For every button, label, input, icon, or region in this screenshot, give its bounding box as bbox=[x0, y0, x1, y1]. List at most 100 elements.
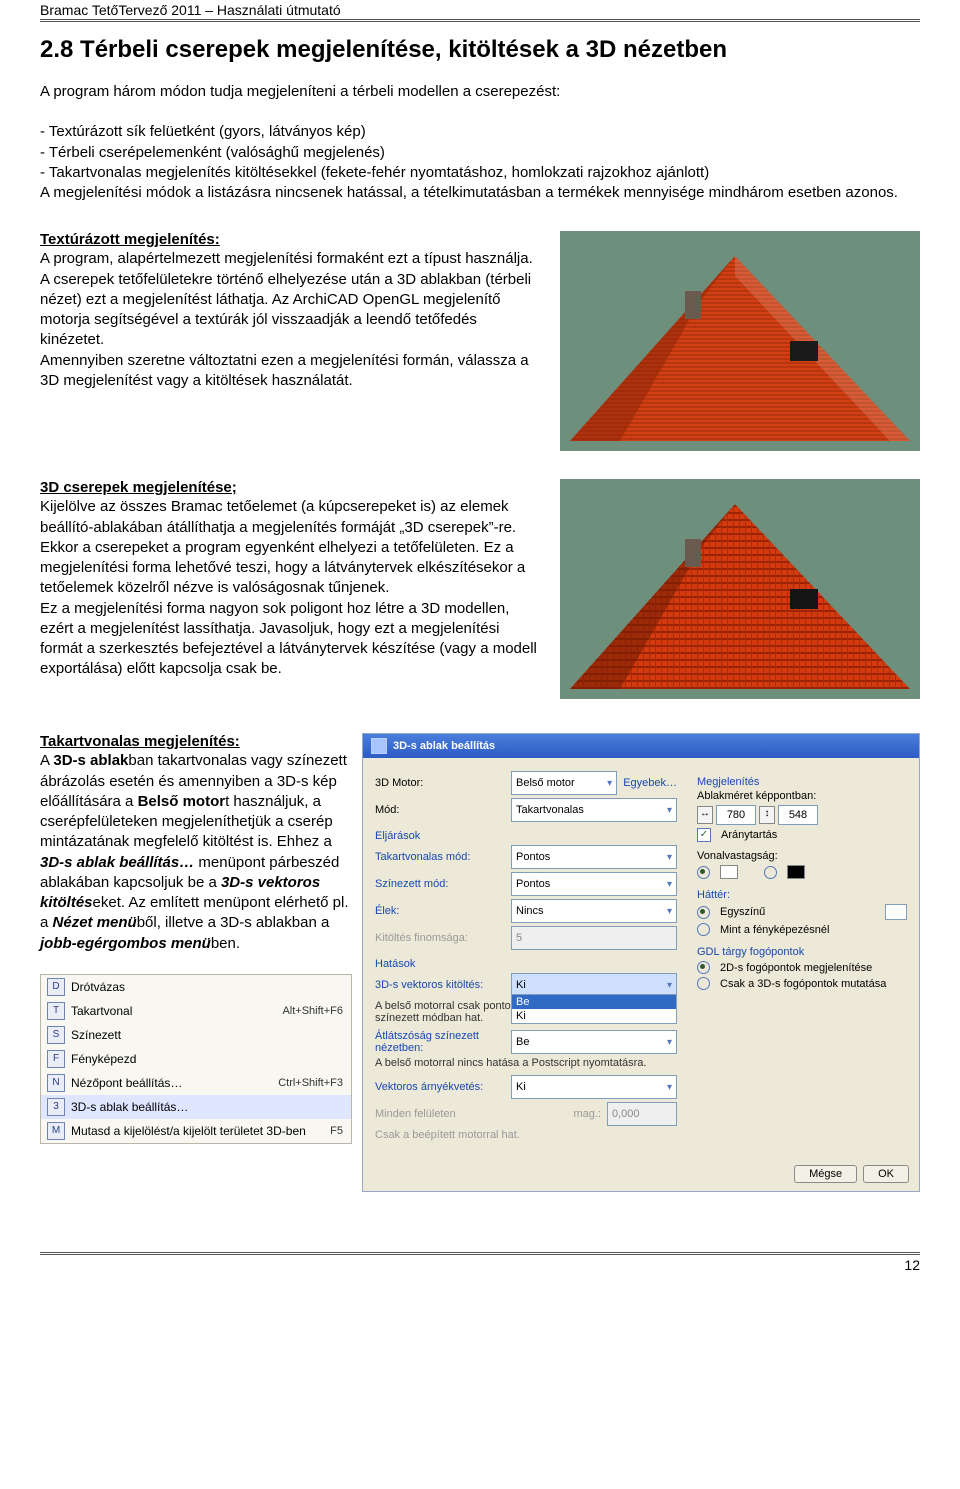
arany-label: Aránytartás bbox=[721, 829, 777, 841]
menu-item-label: Takartvonal bbox=[71, 1004, 276, 1018]
menu-icon: N bbox=[47, 1074, 65, 1092]
intro-text-2: A megjelenítési módok a listázásra nincs… bbox=[40, 183, 920, 203]
group-hatasok: Hatások bbox=[375, 958, 677, 970]
arany-checkbox[interactable]: ✓ bbox=[697, 828, 711, 842]
gdl-radio-3d[interactable] bbox=[697, 977, 710, 990]
mintfk-label: Mint a fényképezésnél bbox=[720, 924, 829, 936]
menu-icon: T bbox=[47, 1002, 65, 1020]
block1-title: Textúrázott megjelenítés: bbox=[40, 231, 220, 248]
3d-settings-dialog: 3D-s ablak beállítás 3D Motor: Belső mot… bbox=[362, 733, 920, 1192]
dialog-icon bbox=[371, 738, 387, 754]
menu-item-label: Színezett bbox=[71, 1028, 337, 1042]
mag-field: 0,000 bbox=[607, 1102, 677, 1126]
chevron-down-icon: ▾ bbox=[667, 852, 672, 863]
menu-icon: M bbox=[47, 1122, 65, 1140]
szin-label: Színezett mód: bbox=[375, 878, 505, 890]
footer-rule2 bbox=[40, 1254, 920, 1255]
footer-rule bbox=[40, 1252, 920, 1253]
dialog-title-text: 3D-s ablak beállítás bbox=[393, 740, 495, 752]
group-megjelenites: Megjelenítés bbox=[697, 776, 907, 788]
szin-select[interactable]: Pontos▾ bbox=[511, 872, 677, 896]
chevron-down-icon: ▾ bbox=[667, 1082, 672, 1093]
block3-text: A 3D-s ablakban takartvonalas vagy színe… bbox=[40, 751, 350, 954]
chevron-down-icon: ▾ bbox=[667, 1037, 672, 1048]
menu-item-label: Drótvázas bbox=[71, 980, 337, 994]
gdl-label: GDL tárgy fogópontok bbox=[697, 946, 907, 958]
width-stepper[interactable]: ↔780 ↕548 bbox=[697, 805, 818, 825]
atl-note: A belső motorral nincs hatása a Postscri… bbox=[375, 1057, 677, 1069]
context-menu: D Drótvázas T Takartvonal Alt+Shift+F6 S Színe… bbox=[40, 974, 352, 1144]
motor-label: 3D Motor: bbox=[375, 777, 505, 789]
gdl-radio-2d[interactable] bbox=[697, 961, 710, 974]
chevron-down-icon: ▾ bbox=[607, 778, 612, 789]
mag-label: mag.: bbox=[573, 1108, 601, 1120]
block2-text: Kijelölve az összes Bramac tetőelemet (a… bbox=[40, 497, 540, 679]
takart-label: Takartvonalas mód: bbox=[375, 851, 505, 863]
egyszinu-label: Egyszínű bbox=[720, 906, 765, 918]
elek-label: Élek: bbox=[375, 905, 505, 917]
bullet-1: - Textúrázott sík felüetként (gyors, lát… bbox=[40, 122, 920, 142]
atl-select[interactable]: Be▾ bbox=[511, 1030, 677, 1054]
menu-icon: 3 bbox=[47, 1098, 65, 1116]
menu-item-label: Mutasd a kijelölést/a kijelölt területet… bbox=[71, 1124, 324, 1138]
arny-select[interactable]: Ki▾ bbox=[511, 1075, 677, 1099]
section-heading: 2.8 Térbeli cserepek megjelenítése, kitö… bbox=[40, 36, 920, 64]
block2-title: 3D cserepek megjelenítése; bbox=[40, 479, 237, 496]
finom-field: 5 bbox=[511, 926, 677, 950]
menu-item-label: 3D-s ablak beállítás… bbox=[71, 1100, 337, 1114]
vekt-select[interactable]: Ki▾ Be Ki bbox=[511, 973, 677, 997]
csak-note: Csak a beépített motorral hat. bbox=[375, 1129, 677, 1141]
intro-text: A program három módon tudja megjeleníten… bbox=[40, 82, 920, 102]
vekt-label: 3D-s vektoros kitöltés: bbox=[375, 979, 505, 991]
block3-title: Takartvonalas megjelenítés: bbox=[40, 733, 240, 750]
vonal-radio-thin[interactable] bbox=[697, 866, 710, 879]
menu-icon: S bbox=[47, 1026, 65, 1044]
egyebek-link[interactable]: Egyebek… bbox=[623, 777, 677, 789]
menu-item-6[interactable]: M Mutasd a kijelölést/a kijelölt területe… bbox=[41, 1119, 351, 1143]
hatter-radio-fenykep[interactable] bbox=[697, 923, 710, 936]
hatter-radio-egyszinu[interactable] bbox=[697, 906, 710, 919]
menu-item-4[interactable]: N Nézőpont beállítás… Ctrl+Shift+F3 bbox=[41, 1071, 351, 1095]
elek-select[interactable]: Nincs▾ bbox=[511, 899, 677, 923]
takart-select[interactable]: Pontos▾ bbox=[511, 845, 677, 869]
menu-item-label: Nézőpont beállítás… bbox=[71, 1076, 272, 1090]
mod-select[interactable]: Takartvonalas▾ bbox=[511, 798, 677, 822]
motor-select[interactable]: Belső motor▾ bbox=[511, 771, 617, 795]
roof-texture-image bbox=[560, 231, 920, 451]
menu-item-2[interactable]: S Színezett bbox=[41, 1023, 351, 1047]
menu-item-label: Fényképezd bbox=[71, 1052, 337, 1066]
vekt-option-be[interactable]: Be bbox=[512, 995, 676, 1009]
ablakmeret-label: Ablakméret képpontban: bbox=[697, 790, 907, 802]
page-number: 12 bbox=[40, 1257, 920, 1273]
menu-item-1[interactable]: T Takartvonal Alt+Shift+F6 bbox=[41, 999, 351, 1023]
arny-label: Vektoros árnyékvetés: bbox=[375, 1081, 505, 1093]
menu-item-shortcut: Ctrl+Shift+F3 bbox=[278, 1077, 343, 1089]
vekt-option-ki[interactable]: Ki bbox=[512, 1009, 676, 1023]
minden-label: Minden felületen bbox=[375, 1108, 456, 1120]
dialog-titlebar: 3D-s ablak beállítás bbox=[363, 734, 919, 758]
color-swatch[interactable] bbox=[885, 904, 907, 920]
roof-3d-image bbox=[560, 479, 920, 699]
gdl2-label: Csak a 3D-s fogópontok mutatása bbox=[720, 978, 886, 990]
chevron-down-icon: ▾ bbox=[667, 805, 672, 816]
menu-item-shortcut: Alt+Shift+F6 bbox=[282, 1005, 343, 1017]
menu-item-0[interactable]: D Drótvázas bbox=[41, 975, 351, 999]
mod-label: Mód: bbox=[375, 804, 505, 816]
chevron-down-icon: ▾ bbox=[667, 879, 672, 890]
finom-label: Kitöltés finomsága: bbox=[375, 932, 505, 944]
menu-item-5[interactable]: 3 3D-s ablak beállítás… bbox=[41, 1095, 351, 1119]
chevron-down-icon: ▾ bbox=[667, 980, 672, 991]
vonal-radio-thick[interactable] bbox=[764, 866, 777, 879]
group-eljarasok: Eljárások bbox=[375, 830, 677, 842]
block1-text: A program, alapértelmezett megjelenítési… bbox=[40, 249, 540, 391]
menu-icon: F bbox=[47, 1050, 65, 1068]
atl-label: Átlátszóság színezett nézetben: bbox=[375, 1030, 505, 1054]
chevron-down-icon: ▾ bbox=[667, 906, 672, 917]
doc-header: Bramac TetőTervező 2011 – Használati útm… bbox=[40, 0, 920, 20]
menu-item-3[interactable]: F Fényképezd bbox=[41, 1047, 351, 1071]
ok-button[interactable]: OK bbox=[863, 1165, 909, 1183]
hatter-label: Háttér: bbox=[697, 889, 907, 901]
cancel-button[interactable]: Mégse bbox=[794, 1165, 857, 1183]
bullet-2: - Térbeli cserépelemenként (valósághű me… bbox=[40, 143, 920, 163]
menu-icon: D bbox=[47, 978, 65, 996]
